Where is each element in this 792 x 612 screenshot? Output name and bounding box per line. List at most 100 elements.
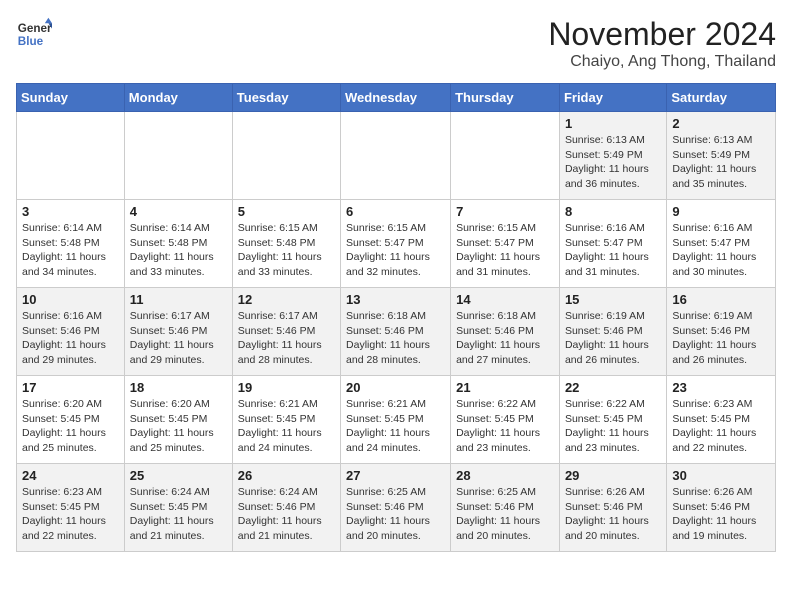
week-row-5: 24 Sunrise: 6:23 AMSunset: 5:45 PMDayligh… bbox=[17, 464, 776, 552]
logo: General Blue bbox=[16, 16, 52, 52]
day-number: 30 bbox=[672, 468, 770, 483]
page-header: General Blue November 2024 Chaiyo, Ang T… bbox=[16, 16, 776, 71]
day-number: 29 bbox=[565, 468, 661, 483]
day-number: 8 bbox=[565, 204, 661, 219]
calendar-table: SundayMondayTuesdayWednesdayThursdayFrid… bbox=[16, 83, 776, 552]
day-cell-2: 2 Sunrise: 6:13 AMSunset: 5:49 PMDaylight… bbox=[667, 112, 776, 200]
day-number: 4 bbox=[130, 204, 227, 219]
day-number: 13 bbox=[346, 292, 445, 307]
day-info: Sunrise: 6:23 AMSunset: 5:45 PMDaylight:… bbox=[672, 397, 770, 456]
week-row-2: 3Sunrise: 6:14 AMSunset: 5:48 PMDaylight… bbox=[17, 200, 776, 288]
location: Chaiyo, Ang Thong, Thailand bbox=[548, 53, 776, 71]
week-row-1: 1 Sunrise: 6:13 AMSunset: 5:49 PMDaylight… bbox=[17, 112, 776, 200]
day-number: 5 bbox=[238, 204, 335, 219]
day-number: 22 bbox=[565, 380, 661, 395]
day-cell-14: 14Sunrise: 6:18 AMSunset: 5:46 PMDayligh… bbox=[451, 288, 560, 376]
day-number: 23 bbox=[672, 380, 770, 395]
day-info: Sunrise: 6:26 AMSunset: 5:46 PMDaylight:… bbox=[565, 485, 661, 544]
day-cell-20: 20 Sunrise: 6:21 AMSunset: 5:45 PMDayligh… bbox=[341, 376, 451, 464]
day-number: 10 bbox=[22, 292, 119, 307]
weekday-header-wednesday: Wednesday bbox=[341, 84, 451, 112]
day-info: Sunrise: 6:25 AMSunset: 5:46 PMDaylight:… bbox=[456, 485, 554, 544]
day-cell-17: 17 Sunrise: 6:20 AMSunset: 5:45 PMDayligh… bbox=[17, 376, 125, 464]
day-cell-7: 7 Sunrise: 6:15 AMSunset: 5:47 PMDaylight… bbox=[451, 200, 560, 288]
day-number: 18 bbox=[130, 380, 227, 395]
day-cell-29: 29 Sunrise: 6:26 AMSunset: 5:46 PMDayligh… bbox=[559, 464, 666, 552]
day-cell-21: 21 Sunrise: 6:22 AMSunset: 5:45 PMDayligh… bbox=[451, 376, 560, 464]
weekday-header-saturday: Saturday bbox=[667, 84, 776, 112]
title-block: November 2024 Chaiyo, Ang Thong, Thailan… bbox=[548, 16, 776, 71]
day-number: 1 bbox=[565, 116, 661, 131]
svg-text:Blue: Blue bbox=[18, 35, 44, 48]
day-number: 2 bbox=[672, 116, 770, 131]
weekday-header-monday: Monday bbox=[124, 84, 232, 112]
day-info: Sunrise: 6:25 AMSunset: 5:46 PMDaylight:… bbox=[346, 485, 445, 544]
day-info: Sunrise: 6:20 AMSunset: 5:45 PMDaylight:… bbox=[22, 397, 119, 456]
week-row-4: 17 Sunrise: 6:20 AMSunset: 5:45 PMDayligh… bbox=[17, 376, 776, 464]
weekday-header-thursday: Thursday bbox=[451, 84, 560, 112]
day-cell-28: 28 Sunrise: 6:25 AMSunset: 5:46 PMDayligh… bbox=[451, 464, 560, 552]
day-info: Sunrise: 6:23 AMSunset: 5:45 PMDaylight:… bbox=[22, 485, 119, 544]
day-cell-27: 27 Sunrise: 6:25 AMSunset: 5:46 PMDayligh… bbox=[341, 464, 451, 552]
day-cell-1: 1 Sunrise: 6:13 AMSunset: 5:49 PMDaylight… bbox=[559, 112, 666, 200]
empty-cell bbox=[124, 112, 232, 200]
day-info: Sunrise: 6:16 AMSunset: 5:47 PMDaylight:… bbox=[565, 221, 661, 280]
svg-text:General: General bbox=[18, 22, 52, 35]
day-cell-3: 3Sunrise: 6:14 AMSunset: 5:48 PMDaylight… bbox=[17, 200, 125, 288]
day-info: Sunrise: 6:15 AMSunset: 5:47 PMDaylight:… bbox=[456, 221, 554, 280]
weekday-header-friday: Friday bbox=[559, 84, 666, 112]
day-number: 15 bbox=[565, 292, 661, 307]
day-cell-10: 10 Sunrise: 6:16 AMSunset: 5:46 PMDayligh… bbox=[17, 288, 125, 376]
day-cell-24: 24 Sunrise: 6:23 AMSunset: 5:45 PMDayligh… bbox=[17, 464, 125, 552]
logo-icon: General Blue bbox=[16, 16, 52, 52]
day-info: Sunrise: 6:15 AMSunset: 5:48 PMDaylight:… bbox=[238, 221, 335, 280]
day-info: Sunrise: 6:21 AMSunset: 5:45 PMDaylight:… bbox=[238, 397, 335, 456]
empty-cell bbox=[17, 112, 125, 200]
day-number: 26 bbox=[238, 468, 335, 483]
day-info: Sunrise: 6:17 AMSunset: 5:46 PMDaylight:… bbox=[130, 309, 227, 368]
empty-cell bbox=[232, 112, 340, 200]
day-number: 16 bbox=[672, 292, 770, 307]
day-number: 17 bbox=[22, 380, 119, 395]
day-info: Sunrise: 6:22 AMSunset: 5:45 PMDaylight:… bbox=[456, 397, 554, 456]
day-number: 9 bbox=[672, 204, 770, 219]
day-cell-30: 30 Sunrise: 6:26 AMSunset: 5:46 PMDayligh… bbox=[667, 464, 776, 552]
day-info: Sunrise: 6:13 AMSunset: 5:49 PMDaylight:… bbox=[565, 133, 661, 192]
day-info: Sunrise: 6:18 AMSunset: 5:46 PMDaylight:… bbox=[346, 309, 445, 368]
day-cell-15: 15 Sunrise: 6:19 AMSunset: 5:46 PMDayligh… bbox=[559, 288, 666, 376]
day-cell-5: 5 Sunrise: 6:15 AMSunset: 5:48 PMDaylight… bbox=[232, 200, 340, 288]
week-row-3: 10 Sunrise: 6:16 AMSunset: 5:46 PMDayligh… bbox=[17, 288, 776, 376]
day-cell-12: 12Sunrise: 6:17 AMSunset: 5:46 PMDayligh… bbox=[232, 288, 340, 376]
day-cell-22: 22 Sunrise: 6:22 AMSunset: 5:45 PMDayligh… bbox=[559, 376, 666, 464]
empty-cell bbox=[451, 112, 560, 200]
day-info: Sunrise: 6:20 AMSunset: 5:45 PMDaylight:… bbox=[130, 397, 227, 456]
day-info: Sunrise: 6:15 AMSunset: 5:47 PMDaylight:… bbox=[346, 221, 445, 280]
day-info: Sunrise: 6:24 AMSunset: 5:46 PMDaylight:… bbox=[238, 485, 335, 544]
day-info: Sunrise: 6:19 AMSunset: 5:46 PMDaylight:… bbox=[565, 309, 661, 368]
day-info: Sunrise: 6:16 AMSunset: 5:46 PMDaylight:… bbox=[22, 309, 119, 368]
day-number: 24 bbox=[22, 468, 119, 483]
day-number: 28 bbox=[456, 468, 554, 483]
day-number: 20 bbox=[346, 380, 445, 395]
weekday-header-tuesday: Tuesday bbox=[232, 84, 340, 112]
empty-cell bbox=[341, 112, 451, 200]
day-info: Sunrise: 6:14 AMSunset: 5:48 PMDaylight:… bbox=[22, 221, 119, 280]
day-cell-13: 13 Sunrise: 6:18 AMSunset: 5:46 PMDayligh… bbox=[341, 288, 451, 376]
day-cell-4: 4Sunrise: 6:14 AMSunset: 5:48 PMDaylight… bbox=[124, 200, 232, 288]
day-info: Sunrise: 6:19 AMSunset: 5:46 PMDaylight:… bbox=[672, 309, 770, 368]
day-number: 7 bbox=[456, 204, 554, 219]
day-info: Sunrise: 6:13 AMSunset: 5:49 PMDaylight:… bbox=[672, 133, 770, 192]
day-number: 25 bbox=[130, 468, 227, 483]
day-cell-8: 8 Sunrise: 6:16 AMSunset: 5:47 PMDaylight… bbox=[559, 200, 666, 288]
weekday-header-row: SundayMondayTuesdayWednesdayThursdayFrid… bbox=[17, 84, 776, 112]
day-number: 19 bbox=[238, 380, 335, 395]
day-number: 6 bbox=[346, 204, 445, 219]
day-cell-19: 19 Sunrise: 6:21 AMSunset: 5:45 PMDayligh… bbox=[232, 376, 340, 464]
day-info: Sunrise: 6:26 AMSunset: 5:46 PMDaylight:… bbox=[672, 485, 770, 544]
day-info: Sunrise: 6:21 AMSunset: 5:45 PMDaylight:… bbox=[346, 397, 445, 456]
day-number: 11 bbox=[130, 292, 227, 307]
day-info: Sunrise: 6:22 AMSunset: 5:45 PMDaylight:… bbox=[565, 397, 661, 456]
day-number: 21 bbox=[456, 380, 554, 395]
day-number: 27 bbox=[346, 468, 445, 483]
day-cell-6: 6 Sunrise: 6:15 AMSunset: 5:47 PMDaylight… bbox=[341, 200, 451, 288]
